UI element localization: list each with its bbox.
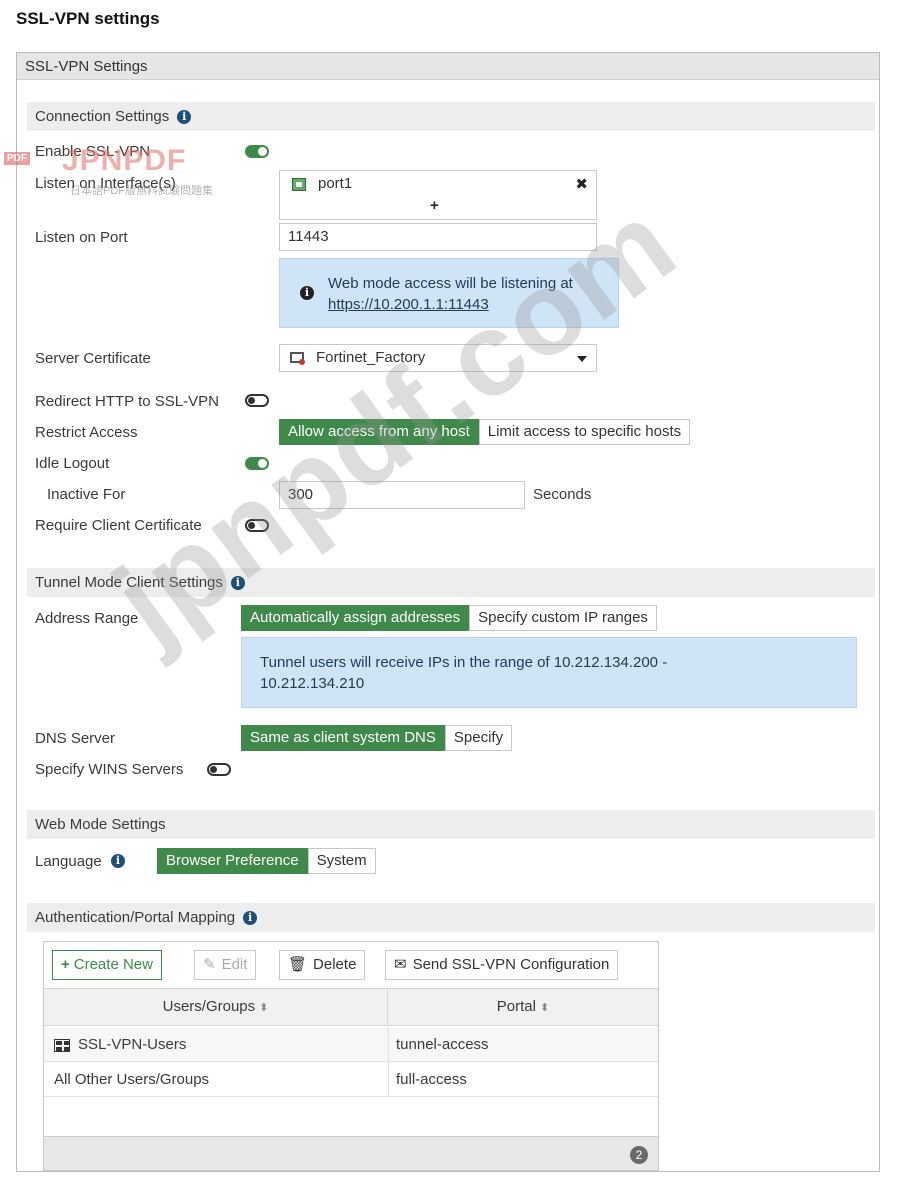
browser-preference-option[interactable]: Browser Preference — [157, 848, 308, 874]
auth-portal-table: + Create New ✎ Edit 🗑 Delete ✉ Send SSL-VPN … — [43, 941, 659, 1171]
address-range-label: Address Range — [35, 610, 139, 627]
tunnel-info-line2: 10.212.134.210 — [260, 675, 365, 692]
jpnpdf-logo-watermark: PDF JPNPDF 日本語PDF版無料試験問題集 — [4, 144, 234, 200]
logo-text: JPNPDF — [62, 144, 187, 177]
sort-icon: ⬍ — [259, 1002, 269, 1014]
certificate-icon — [290, 352, 305, 365]
column-users-groups[interactable]: Users/Groups ⬍ — [44, 989, 388, 1025]
redirect-http-toggle[interactable] — [245, 394, 269, 407]
dns-server-label: DNS Server — [35, 730, 116, 747]
specify-dns-option[interactable]: Specify — [444, 725, 513, 751]
table-footer: 2 — [44, 1136, 658, 1170]
delete-button[interactable]: 🗑 Delete — [279, 950, 366, 980]
language-segmented: Browser Preference System — [157, 848, 376, 874]
port-icon — [292, 178, 306, 191]
panel-header: SSL-VPN Settings — [17, 53, 879, 80]
section-web-mode: Web Mode Settings — [27, 810, 875, 839]
add-interface-icon[interactable]: + — [430, 197, 439, 214]
custom-ip-ranges-option[interactable]: Specify custom IP ranges — [469, 605, 657, 631]
auto-assign-option[interactable]: Automatically assign addresses — [241, 605, 470, 631]
inactive-for-unit: Seconds — [533, 486, 592, 503]
trash-icon: 🗑 — [288, 956, 308, 973]
section-title: Authentication/Portal Mapping — [35, 909, 236, 926]
info-icon[interactable]: i — [243, 911, 258, 926]
inactive-for-label: Inactive For — [47, 486, 126, 503]
section-title: Connection Settings — [35, 108, 170, 125]
row-portal: full-access — [396, 1071, 467, 1088]
interface-value: port1 — [318, 175, 353, 192]
same-as-client-dns-option[interactable]: Same as client system DNS — [241, 725, 445, 751]
address-range-segmented: Automatically assign addresses Specify c… — [241, 605, 657, 631]
user-group-icon — [54, 1038, 70, 1052]
system-language-option[interactable]: System — [307, 848, 376, 874]
table-header: Users/Groups ⬍ Portal ⬍ — [44, 988, 658, 1026]
info-icon[interactable]: i — [111, 854, 125, 868]
pencil-icon: ✎ — [203, 956, 216, 973]
sort-icon: ⬍ — [539, 1002, 550, 1014]
tunnel-info-line1: Tunnel users will receive IPs in the ran… — [260, 654, 668, 671]
server-certificate-label: Server Certificate — [35, 350, 151, 367]
listen-port-label: Listen on Port — [35, 229, 128, 246]
section-auth-portal-mapping: Authentication/Portal Mapping i — [27, 903, 875, 932]
interface-select-box[interactable]: port1 ✖ + — [279, 170, 597, 220]
row-portal: tunnel-access — [396, 1036, 489, 1053]
page-title: SSL-VPN settings — [16, 9, 160, 28]
wins-servers-toggle[interactable] — [207, 763, 231, 776]
section-connection-settings: Connection Settings i — [27, 102, 875, 131]
language-label: Language — [35, 853, 102, 870]
column-portal[interactable]: Portal ⬍ — [388, 989, 658, 1025]
info-icon[interactable]: i — [177, 110, 192, 125]
row-users: All Other Users/Groups — [54, 1071, 210, 1088]
dns-server-segmented: Same as client system DNS Specify — [241, 725, 513, 751]
redirect-http-label: Redirect HTTP to SSL-VPN — [35, 393, 219, 410]
restrict-access-label: Restrict Access — [35, 424, 138, 441]
row-users: SSL-VPN-Users — [78, 1036, 187, 1053]
pdf-logo-icon: PDF — [4, 152, 30, 165]
tunnel-info-box: Tunnel users will receive IPs in the ran… — [241, 637, 857, 708]
table-row[interactable]: All Other Users/Groups full-access — [44, 1062, 658, 1097]
logo-subtext: 日本語PDF版無料試験問題集 — [70, 185, 213, 197]
enable-ssl-vpn-toggle[interactable] — [245, 145, 269, 158]
edit-button[interactable]: ✎ Edit — [194, 950, 257, 980]
send-ssl-vpn-config-button[interactable]: ✉ Send SSL-VPN Configuration — [385, 950, 619, 980]
plus-icon: + — [61, 956, 70, 973]
create-new-button[interactable]: + Create New — [52, 950, 162, 980]
remove-interface-icon[interactable]: ✖ — [575, 175, 588, 193]
envelope-icon: ✉ — [394, 956, 407, 973]
row-count-badge: 2 — [630, 1146, 648, 1164]
section-title: Web Mode Settings — [35, 816, 166, 833]
info-icon: i — [300, 286, 314, 300]
limit-specific-hosts-option[interactable]: Limit access to specific hosts — [478, 419, 691, 445]
idle-logout-label: Idle Logout — [35, 455, 110, 472]
table-row[interactable]: SSL-VPN-Users tunnel-access — [44, 1027, 658, 1062]
wins-servers-label: Specify WINS Servers — [35, 761, 184, 778]
